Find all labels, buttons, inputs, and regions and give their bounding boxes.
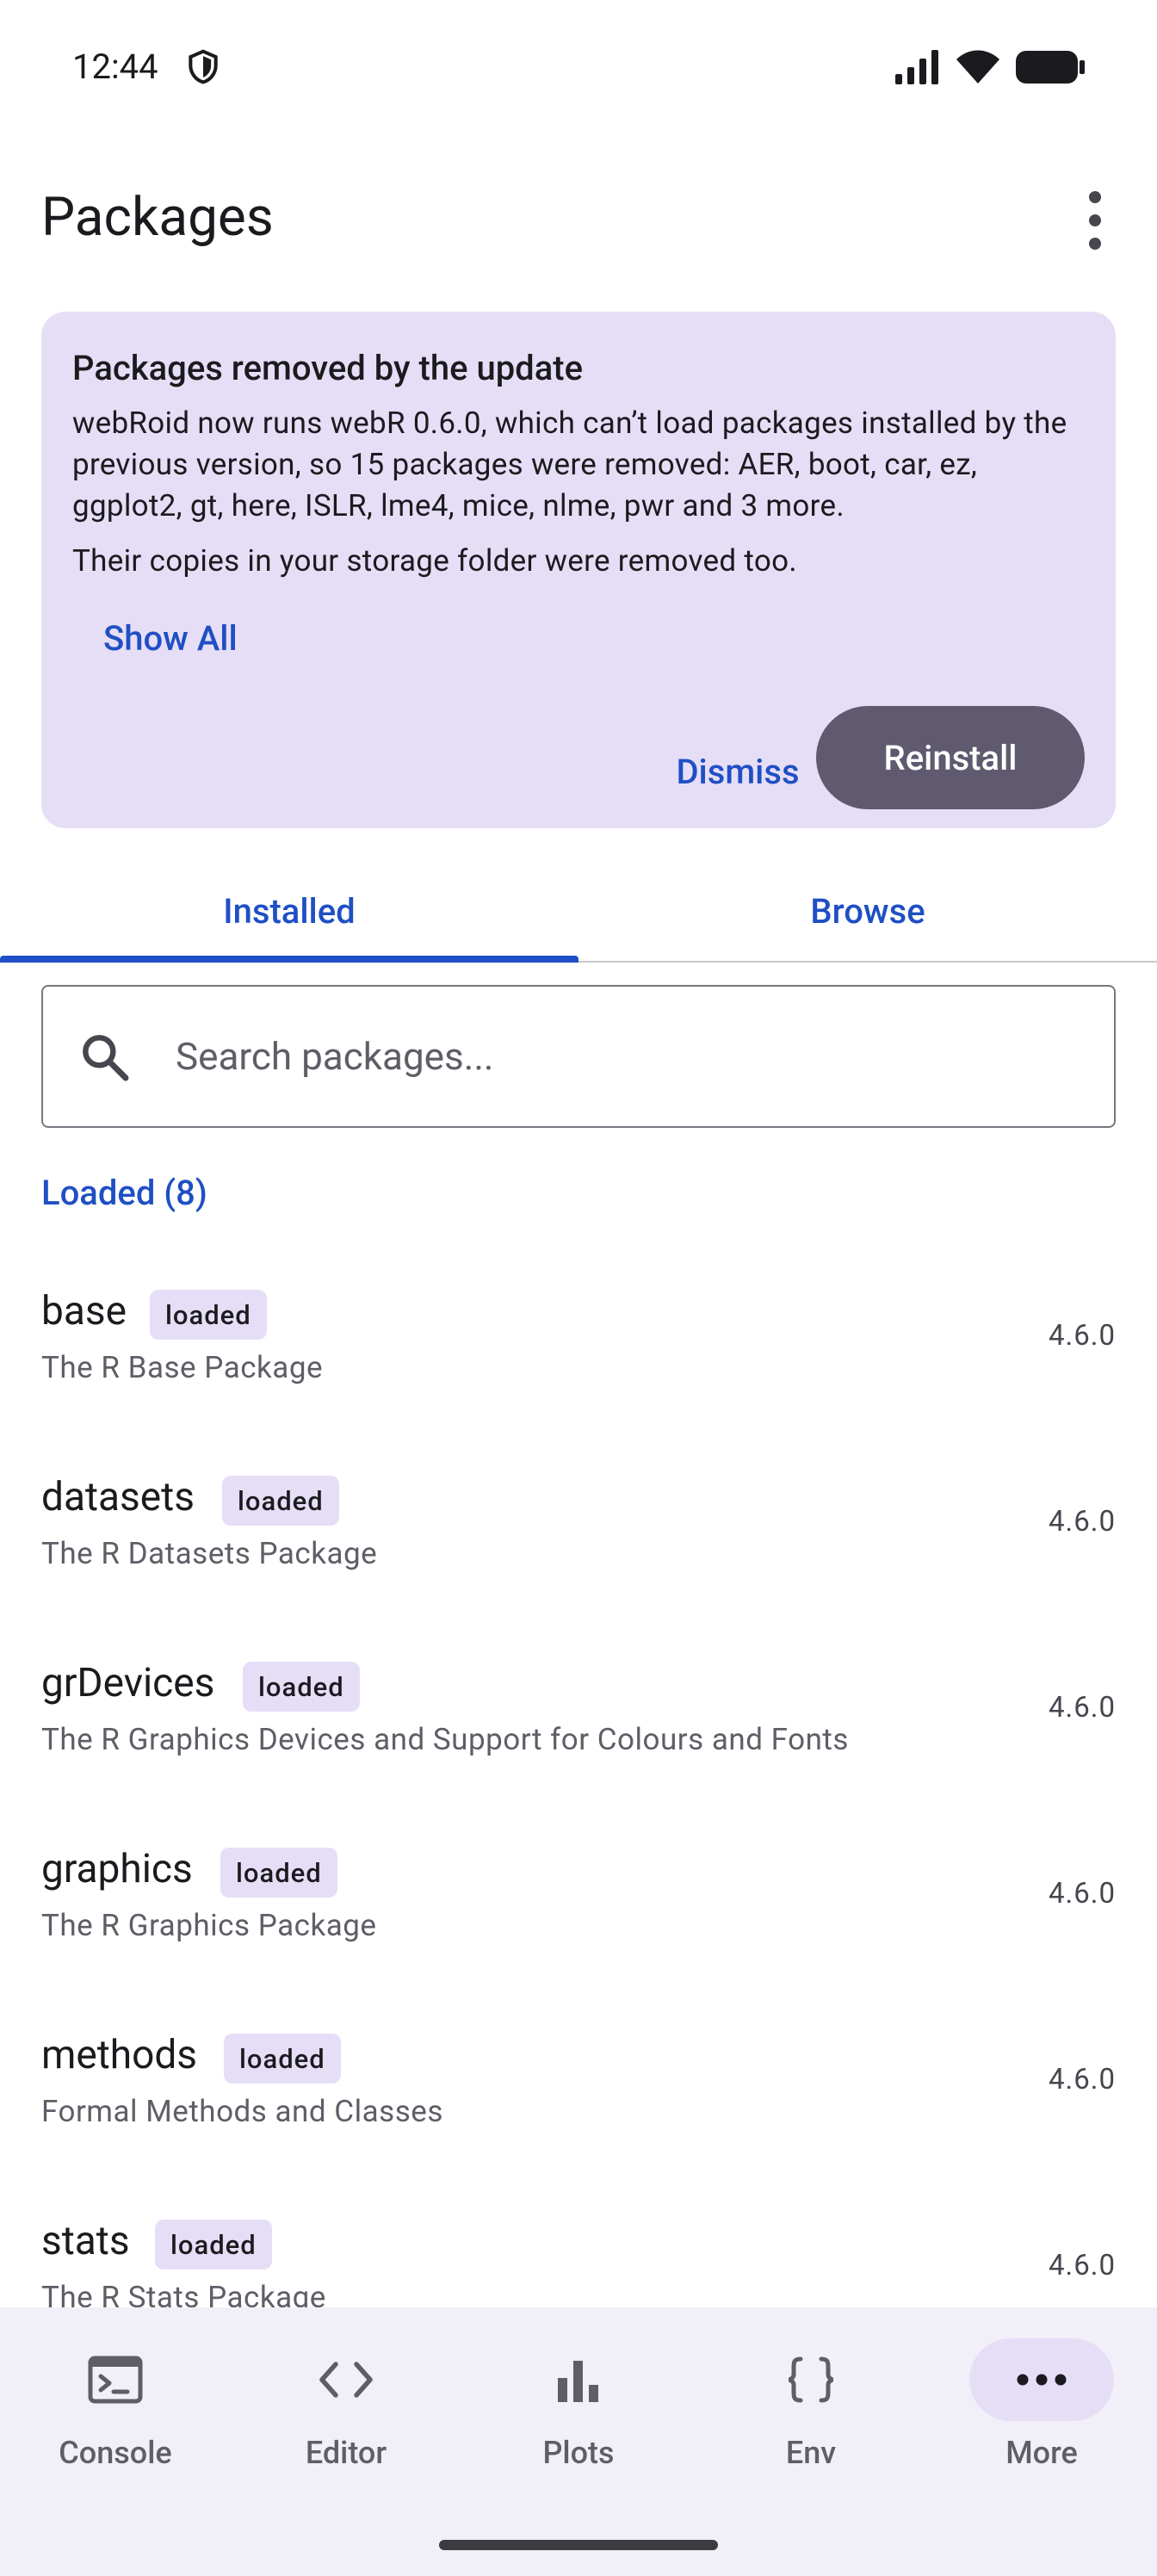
search-input[interactable] (176, 987, 1036, 1126)
list-item[interactable]: methods loaded Formal Methods and Classe… (41, 2032, 1116, 2218)
package-name: grDevices (41, 1660, 215, 1706)
package-version: 4.6.0 (1048, 1505, 1116, 1539)
package-description: Formal Methods and Classes (41, 2094, 443, 2129)
status-time: 12:44 (72, 46, 158, 87)
nav-label: Console (59, 2435, 172, 2471)
status-icons (895, 46, 1085, 88)
nav-label: Env (785, 2435, 837, 2471)
braces-icon (739, 2338, 883, 2421)
signal-icon (895, 50, 938, 84)
package-description: The R Graphics Devices and Support for C… (41, 1722, 849, 1757)
list-item[interactable]: grDevices loaded The R Graphics Devices … (41, 1660, 1116, 1846)
tab-browse[interactable]: Browse (578, 861, 1157, 961)
package-version: 4.6.0 (1048, 1319, 1116, 1353)
loaded-badge: loaded (155, 2220, 272, 2269)
show-all-button[interactable]: Show All (103, 618, 238, 659)
code-icon (274, 2338, 418, 2421)
nav-label: More (1005, 2435, 1078, 2471)
banner-title: Packages removed by the update (72, 348, 584, 388)
page-title: Packages (41, 186, 274, 249)
dismiss-button[interactable]: Dismiss (630, 720, 845, 823)
tab-installed[interactable]: Installed (0, 861, 578, 961)
gesture-bar[interactable] (439, 2540, 718, 2550)
loaded-section-header: Loaded (8) (41, 1173, 207, 1213)
battery-icon (1016, 51, 1085, 84)
tab-indicator (0, 956, 578, 963)
bar-chart-icon (506, 2338, 651, 2421)
overflow-menu-icon[interactable] (1076, 191, 1114, 250)
bottom-navigation: Console Editor Plots Env More (0, 2307, 1157, 2576)
package-name: stats (41, 2218, 130, 2264)
update-banner: Packages removed by the update webRoid n… (41, 312, 1116, 828)
nav-plots[interactable]: Plots (463, 2338, 694, 2493)
nav-editor[interactable]: Editor (231, 2338, 461, 2493)
nav-env[interactable]: Env (696, 2338, 926, 2493)
wifi-icon (956, 50, 999, 84)
terminal-icon (43, 2338, 188, 2421)
list-item[interactable]: graphics loaded The R Graphics Package 4… (41, 1846, 1116, 2032)
banner-body: webRoid now runs webR 0.6.0, which can’t… (72, 406, 1067, 523)
search-field[interactable] (41, 985, 1116, 1128)
package-description: The R Graphics Package (41, 1908, 377, 1943)
package-version: 4.6.0 (1048, 2249, 1116, 2282)
package-name: base (41, 1288, 127, 1334)
loaded-badge: loaded (220, 1848, 337, 1898)
package-version: 4.6.0 (1048, 2063, 1116, 2096)
loaded-badge: loaded (222, 1476, 339, 1526)
package-name: datasets (41, 1474, 195, 1520)
shield-icon (189, 49, 218, 84)
banner-body-secondary: Their copies in your storage folder were… (72, 543, 797, 579)
search-icon (83, 1035, 129, 1081)
nav-console[interactable]: Console (0, 2338, 231, 2493)
loaded-badge: loaded (224, 2034, 341, 2084)
nav-label: Editor (305, 2435, 387, 2471)
loaded-badge: loaded (243, 1662, 360, 1712)
package-name: methods (41, 2032, 198, 2078)
more-horiz-icon (969, 2338, 1114, 2421)
nav-more[interactable]: More (926, 2338, 1157, 2493)
list-item[interactable]: datasets loaded The R Datasets Package 4… (41, 1474, 1116, 1660)
package-version: 4.6.0 (1048, 1877, 1116, 1910)
package-description: The R Datasets Package (41, 1536, 378, 1571)
list-item[interactable]: base loaded The R Base Package 4.6.0 (41, 1288, 1116, 1474)
loaded-badge: loaded (150, 1290, 267, 1340)
nav-label: Plots (542, 2435, 615, 2471)
package-version: 4.6.0 (1048, 1691, 1116, 1725)
package-description: The R Base Package (41, 1350, 324, 1385)
reinstall-button[interactable]: Reinstall (816, 706, 1085, 809)
package-name: graphics (41, 1846, 193, 1892)
